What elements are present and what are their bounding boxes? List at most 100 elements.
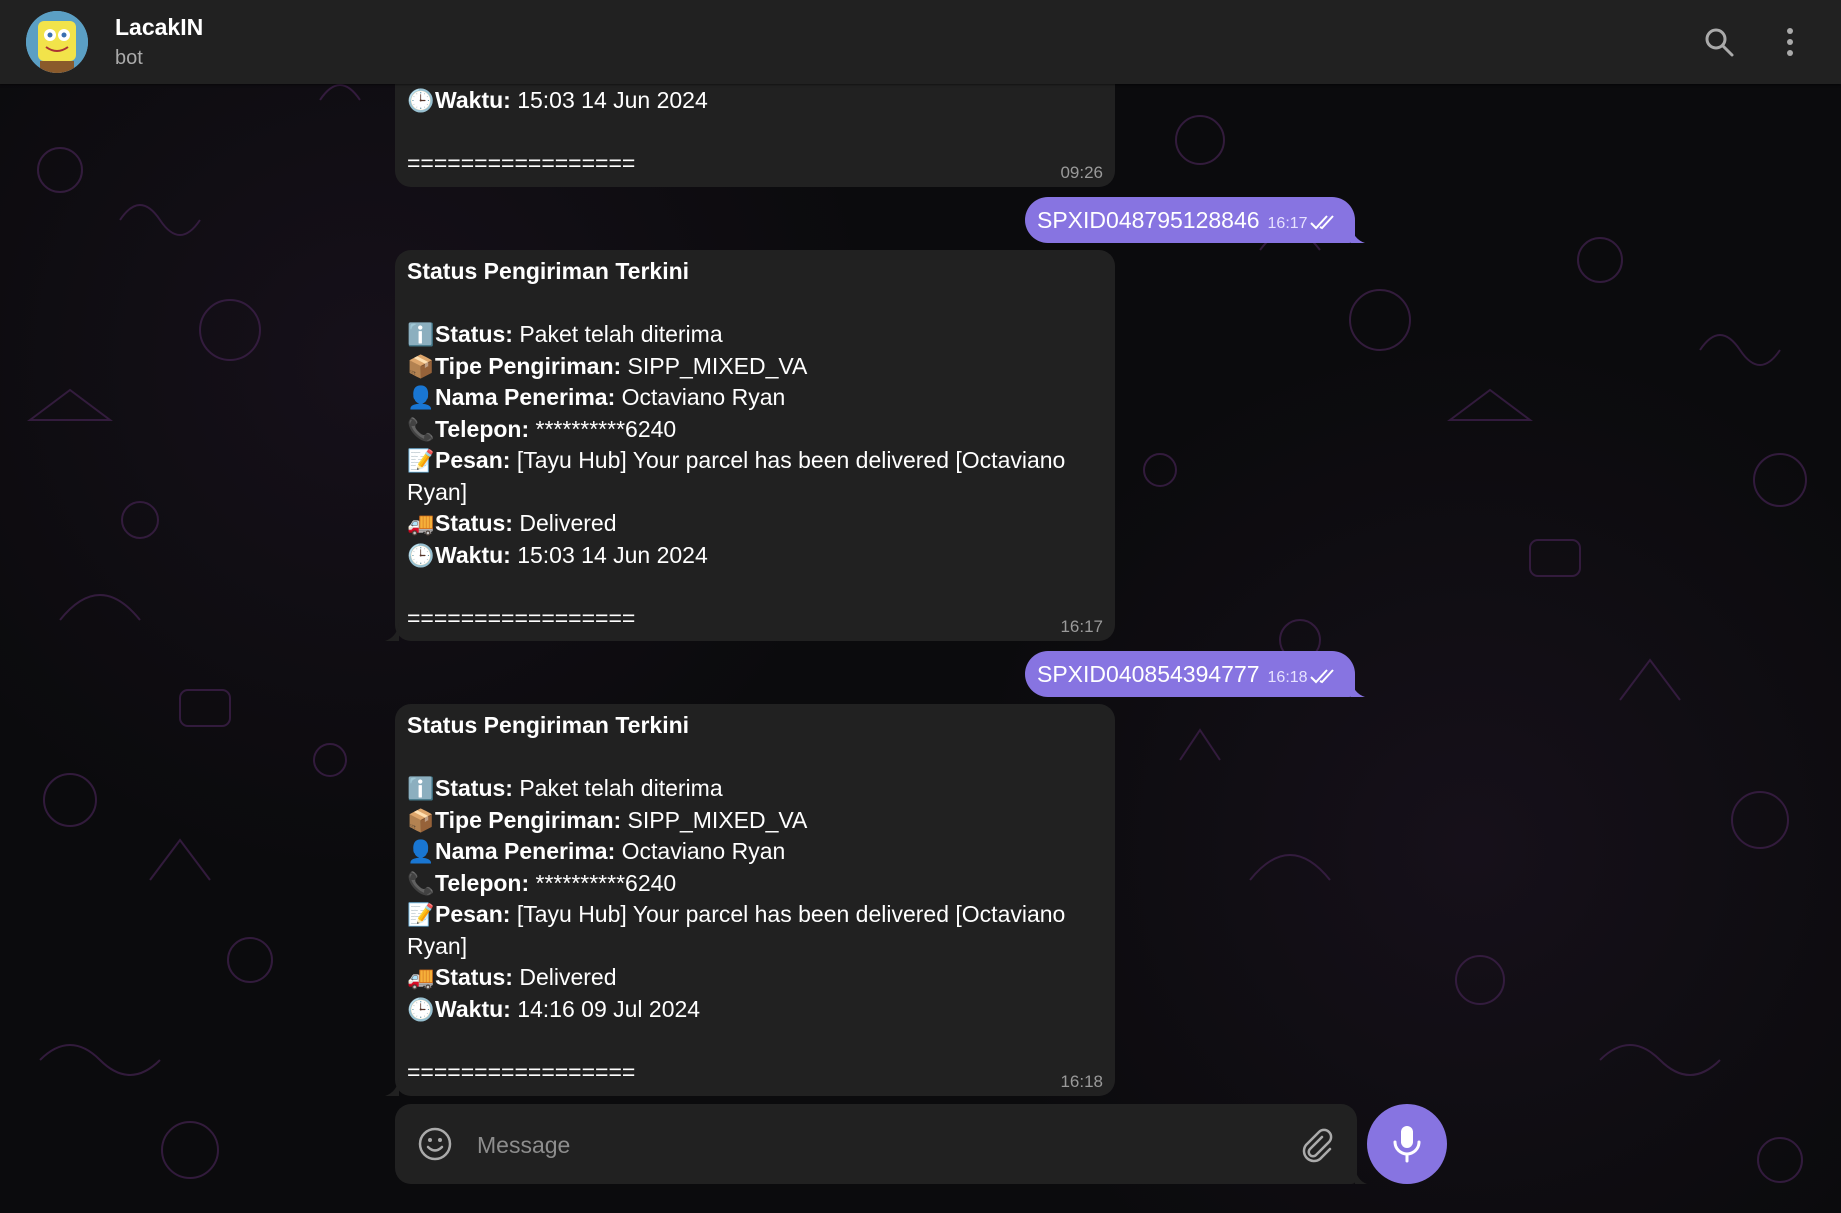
- clock-icon: 🕒: [407, 88, 435, 113]
- message-line: 📦Tipe Pengiriman: SIPP_MIXED_VA: [407, 805, 1103, 837]
- phone-icon: 📞: [407, 870, 435, 896]
- field-label: Tipe Pengiriman:: [435, 352, 622, 379]
- info-icon: ℹ️: [407, 776, 435, 801]
- composer-tail: [1355, 1166, 1367, 1184]
- message-line: 📝Pesan: [Tayu Hub] Your parcel has been …: [407, 899, 1103, 962]
- truck-icon: 🚚: [407, 511, 435, 536]
- field-value: Delivered: [512, 964, 617, 990]
- empty-line: [407, 117, 1103, 149]
- message-line: ℹ️Status: Paket telah diterima: [407, 773, 1103, 805]
- message-time: 16:17: [1267, 215, 1308, 232]
- message-time: 16:17: [1060, 617, 1103, 636]
- message-time: 16:18: [1060, 1072, 1103, 1091]
- clock-icon: 🕒: [407, 542, 435, 568]
- package-icon: 📦: [407, 807, 435, 833]
- incoming-tail: [385, 1078, 399, 1096]
- field-value: 15:03 14 Jun 2024: [510, 87, 708, 113]
- incoming-message[interactable]: Status Pengiriman Terkini ℹ️Status: Pake…: [395, 250, 1115, 641]
- message-title: Status Pengiriman Terkini: [407, 710, 1103, 742]
- empty-line: [407, 1025, 1103, 1057]
- person-icon: 👤: [407, 385, 435, 410]
- field-label: Status:: [435, 510, 513, 536]
- empty-line: [407, 742, 1103, 774]
- outgoing-message[interactable]: SPXID048795128846 16:17: [1025, 197, 1355, 243]
- field-value: **********6240: [529, 415, 677, 442]
- message-line: 🕒Waktu: 14:16 09 Jul 2024: [407, 994, 1103, 1026]
- separator-line: =================: [407, 1058, 636, 1085]
- emoji-button[interactable]: [415, 1124, 455, 1164]
- field-value: Octaviano Ryan: [615, 838, 786, 864]
- message-line: 📦Tipe Pengiriman: SIPP_MIXED_VA: [407, 351, 1103, 383]
- empty-line: [407, 571, 1103, 603]
- voice-record-button[interactable]: [1367, 1104, 1447, 1184]
- message-line: 📞Telepon: **********6240: [407, 868, 1103, 900]
- microphone-icon: [1393, 1126, 1421, 1163]
- memo-icon: 📝: [407, 448, 435, 473]
- message-line: 👤Nama Penerima: Octaviano Ryan: [407, 836, 1103, 868]
- message-line: 🕒Waktu: 15:03 14 Jun 2024: [407, 85, 1103, 117]
- package-icon: 📦: [407, 353, 435, 379]
- more-vertical-icon: [1787, 28, 1793, 56]
- field-value: Paket telah diterima: [512, 321, 723, 347]
- field-value: Delivered: [512, 510, 617, 536]
- field-label: Waktu:: [435, 541, 511, 568]
- message-text: SPXID048795128846: [1037, 207, 1260, 233]
- message-line: 🚚Status: Delivered: [407, 962, 1103, 994]
- info-icon: ℹ️: [407, 322, 435, 347]
- avatar[interactable]: [26, 11, 88, 73]
- field-value: Octaviano Ryan: [615, 384, 786, 410]
- field-label: Nama Penerima:: [435, 384, 616, 410]
- title-text: Status Pengiriman Terkini: [407, 258, 690, 284]
- phone-icon: 📞: [407, 416, 435, 442]
- truck-icon: 🚚: [407, 965, 435, 990]
- chat-title[interactable]: LacakIN: [115, 14, 203, 41]
- chat-header: LacakIN bot: [0, 0, 1841, 84]
- search-icon: [1705, 28, 1734, 57]
- clock-icon: 🕒: [407, 996, 435, 1022]
- incoming-message[interactable]: Status Pengiriman Terkini ℹ️Status: Pake…: [395, 704, 1115, 1096]
- avatar-image: [26, 11, 88, 73]
- attach-button[interactable]: [1295, 1124, 1335, 1164]
- field-label: Waktu:: [435, 995, 511, 1022]
- message-line: 📞Telepon: **********6240: [407, 414, 1103, 446]
- field-value: SIPP_MIXED_VA: [621, 806, 808, 833]
- field-value: Paket telah diterima: [512, 775, 723, 801]
- message-line: 🕒Waktu: 15:03 14 Jun 2024: [407, 540, 1103, 572]
- field-label: Status:: [435, 964, 513, 990]
- field-label: Status:: [435, 321, 513, 347]
- message-title: Status Pengiriman Terkini: [407, 256, 1103, 288]
- telegram-chat-window: LacakIN bot 🕒Waktu: 15:03 14 Jun 2024 ==…: [0, 0, 1841, 1213]
- message-line: 👤Nama Penerima: Octaviano Ryan: [407, 382, 1103, 414]
- outgoing-tail: [1351, 225, 1365, 243]
- message-composer: [395, 1104, 1357, 1184]
- field-value: 14:16 09 Jul 2024: [510, 995, 701, 1022]
- outgoing-message[interactable]: SPXID040854394777 16:18: [1025, 651, 1355, 697]
- field-label: Pesan:: [435, 447, 511, 473]
- search-button[interactable]: [1697, 20, 1741, 64]
- field-label: Pesan:: [435, 901, 511, 927]
- message-line: 🚚Status: Delivered: [407, 508, 1103, 540]
- field-label: Tipe Pengiriman:: [435, 806, 622, 833]
- message-time: 16:18: [1267, 669, 1308, 686]
- field-label: Waktu:: [435, 87, 511, 113]
- message-line: 📝Pesan: [Tayu Hub] Your parcel has been …: [407, 445, 1103, 508]
- field-value: 15:03 14 Jun 2024: [510, 541, 708, 568]
- incoming-tail: [385, 623, 399, 641]
- field-value: **********6240: [529, 869, 677, 896]
- field-label: Nama Penerima:: [435, 838, 616, 864]
- field-label: Telepon:: [435, 415, 530, 442]
- more-options-button[interactable]: [1768, 20, 1812, 64]
- empty-line: [407, 288, 1103, 320]
- chat-subtitle: bot: [115, 47, 143, 69]
- separator-line: =================: [407, 604, 636, 631]
- person-icon: 👤: [407, 839, 435, 864]
- outgoing-tail: [1351, 679, 1365, 697]
- field-label: Status:: [435, 775, 513, 801]
- message-input[interactable]: [475, 1122, 1269, 1168]
- memo-icon: 📝: [407, 902, 435, 927]
- read-checks-icon: [1309, 199, 1338, 245]
- message-time: 09:26: [1060, 163, 1103, 182]
- title-text: Status Pengiriman Terkini: [407, 712, 690, 738]
- separator-line: =================: [407, 150, 636, 176]
- read-checks-icon: [1309, 653, 1338, 699]
